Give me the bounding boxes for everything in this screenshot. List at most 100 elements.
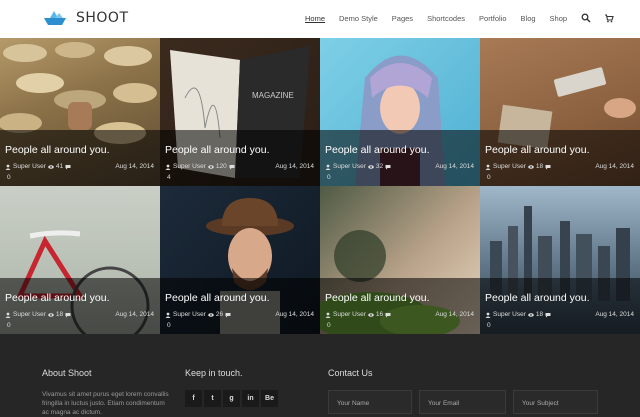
cart-icon[interactable] [604,13,614,23]
user-icon [165,164,171,170]
post-comments[interactable]: 0 [7,322,11,329]
post-meta: Super User 32 Aug 14, 2014 [325,163,474,170]
post-title[interactable]: People all around you. [325,144,430,156]
eye-icon [528,312,534,317]
nav-item-shop[interactable]: Shop [550,14,568,23]
post-comments[interactable]: 0 [327,322,331,329]
nav-item-demo-style[interactable]: Demo Style [339,14,378,23]
comment-icon [225,312,231,317]
post-author[interactable]: Super User [493,311,526,318]
post-author[interactable]: Super User [13,163,46,170]
portfolio-item[interactable]: People all around you. Super User 26 Aug… [160,186,320,334]
nav-item-shortcodes[interactable]: Shortcodes [427,14,465,23]
comment-icon [229,164,235,169]
eye-icon [368,164,374,169]
user-icon [5,312,11,318]
post-meta: Super User 41 Aug 14, 2014 [5,163,154,170]
post-views: 18 [535,311,544,318]
post-author[interactable]: Super User [333,163,366,170]
post-comments[interactable]: 0 [327,174,331,181]
comment-icon [545,164,551,169]
user-icon [325,164,331,170]
post-author[interactable]: Super User [13,311,46,318]
portfolio-item[interactable]: People all around you. Super User 32 Aug… [320,38,480,186]
eye-icon [48,312,54,317]
social-links: f t g in Be [185,390,278,407]
google-plus-icon[interactable]: g [223,390,240,407]
post-author[interactable]: Super User [173,163,206,170]
facebook-icon[interactable]: f [185,390,202,407]
post-author[interactable]: Super User [173,311,206,318]
subject-input[interactable]: Your Subject [513,390,598,414]
portfolio-item[interactable]: MAGAZINE People all around you. Super Us… [160,38,320,186]
post-comments[interactable]: 0 [7,174,11,181]
post-date: Aug 14, 2014 [595,163,634,170]
post-views: 32 [375,163,384,170]
user-icon [325,312,331,318]
svg-text:MAGAZINE: MAGAZINE [252,91,294,100]
post-title[interactable]: People all around you. [5,144,110,156]
post-author[interactable]: Super User [493,163,526,170]
post-title[interactable]: People all around you. [325,292,430,304]
post-date: Aug 14, 2014 [275,163,314,170]
portfolio-grid: People all around you. Super User 41 Aug… [0,38,640,334]
nav-item-portfolio[interactable]: Portfolio [479,14,507,23]
post-date: Aug 14, 2014 [435,163,474,170]
portfolio-item[interactable]: People all around you. Super User 18 Aug… [0,186,160,334]
search-icon[interactable] [581,13,591,23]
eye-icon [208,312,214,317]
site-footer: About Shoot Vivamus sit amet purus eget … [0,334,640,417]
post-title[interactable]: People all around you. [485,144,590,156]
eye-icon [208,164,214,169]
post-views: 41 [55,163,64,170]
post-comments[interactable]: 0 [487,322,491,329]
post-comments[interactable]: 0 [487,174,491,181]
comment-icon [65,312,71,317]
user-icon [485,164,491,170]
behance-icon[interactable]: Be [261,390,278,407]
portfolio-item[interactable]: People all around you. Super User 41 Aug… [0,38,160,186]
post-meta: Super User 18 Aug 14, 2014 [485,163,634,170]
email-input[interactable]: Your Email [419,390,506,414]
nav-item-pages[interactable]: Pages [392,14,413,23]
boat-logo-icon [44,11,66,25]
post-date: Aug 14, 2014 [435,311,474,318]
post-views: 26 [215,311,224,318]
nav-item-blog[interactable]: Blog [521,14,536,23]
portfolio-item[interactable]: People all around you. Super User 18 Aug… [480,186,640,334]
eye-icon [368,312,374,317]
portfolio-item[interactable]: People all around you. Super User 18 Aug… [480,38,640,186]
post-title[interactable]: People all around you. [485,292,590,304]
post-meta: Super User 120 Aug 14, 2014 [165,163,314,170]
post-date: Aug 14, 2014 [115,163,154,170]
portfolio-item[interactable]: People all around you. Super User 16 Aug… [320,186,480,334]
comment-icon [385,312,391,317]
user-icon [5,164,11,170]
post-views: 18 [535,163,544,170]
social-title: Keep in touch. [185,368,243,378]
post-date: Aug 14, 2014 [115,311,154,318]
post-views: 120 [215,163,227,170]
comment-icon [385,164,391,169]
post-comments[interactable]: 4 [167,174,171,181]
logo[interactable]: SHOOT [42,9,129,27]
post-title[interactable]: People all around you. [165,144,270,156]
post-views: 18 [55,311,64,318]
post-comments[interactable]: 0 [167,322,171,329]
linkedin-icon[interactable]: in [242,390,259,407]
comment-icon [65,164,71,169]
brand-name: SHOOT [76,10,129,26]
name-input[interactable]: Your Name [328,390,412,414]
post-views: 16 [375,311,384,318]
nav-item-home[interactable]: Home [305,14,325,23]
contact-title: Contact Us [328,368,373,378]
post-author[interactable]: Super User [333,311,366,318]
main-nav: Home Demo Style Pages Shortcodes Portfol… [305,13,614,23]
twitter-icon[interactable]: t [204,390,221,407]
post-title[interactable]: People all around you. [5,292,110,304]
comment-icon [545,312,551,317]
post-title[interactable]: People all around you. [165,292,270,304]
post-date: Aug 14, 2014 [595,311,634,318]
eye-icon [528,164,534,169]
user-icon [485,312,491,318]
